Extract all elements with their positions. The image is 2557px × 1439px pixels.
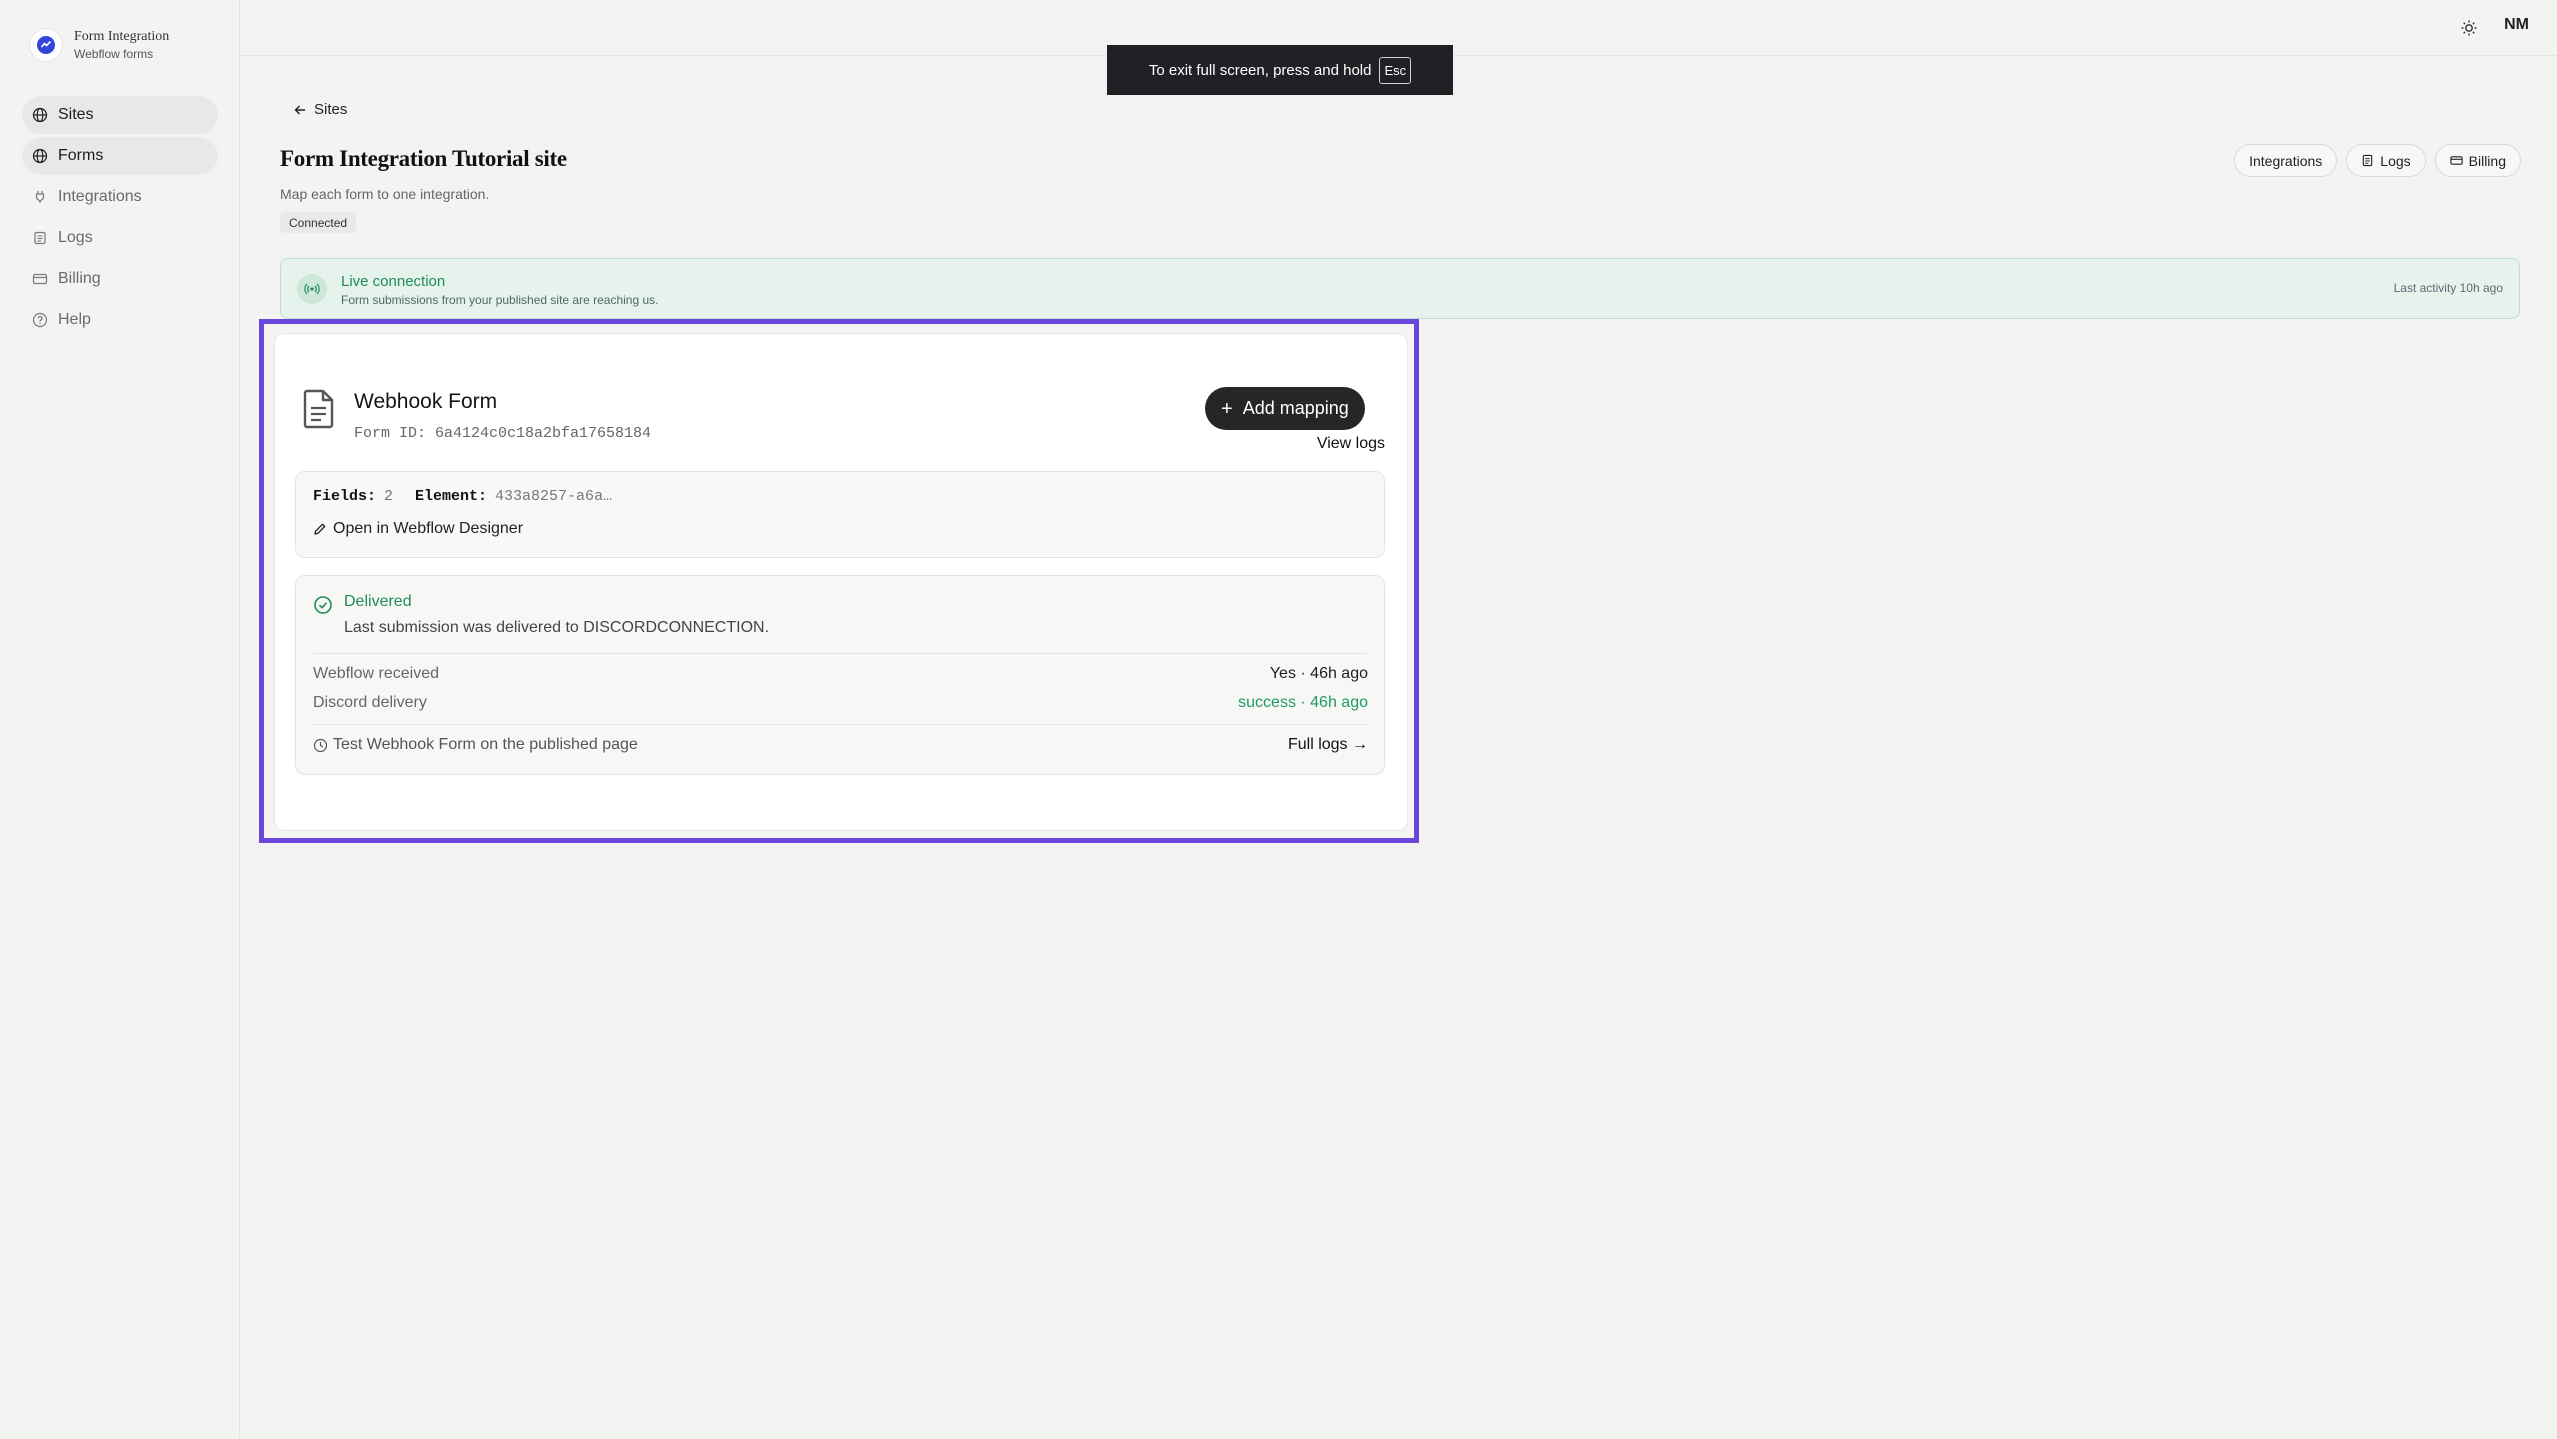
test-form-link[interactable]: Test Webhook Form on the published page [313,736,638,754]
clock-icon [313,738,328,752]
sidebar-item-label: Help [58,311,91,328]
designer-link-label: Open in Webflow Designer [333,520,524,537]
add-mapping-label: Add mapping [1242,398,1349,418]
sidebar-nav: Sites Forms Integrations Logs Billing He… [22,96,218,342]
back-to-sites-link[interactable]: Sites [293,101,347,118]
scroll-icon [2363,154,2373,167]
open-in-designer-link[interactable]: Open in Webflow Designer [313,520,523,538]
element-label: Element: [415,488,488,505]
form-id: Form ID: 6a4124c0c18a2bfa17658184 [354,425,652,442]
add-mapping-button[interactable]: + Add mapping [1205,387,1365,430]
brand-title: Form Integration [74,29,170,44]
scroll-icon [34,231,46,245]
form-details-box: Fields: 2 Element: 433a8257-a6a… Open in… [295,471,1385,558]
delivery-status-description: Last submission was delivered to DISCORD… [344,619,770,636]
sidebar-item-label: Sites [58,106,94,123]
full-logs-link[interactable]: Full logs → [1288,736,1368,754]
sidebar-item-sites[interactable]: Sites [22,96,218,134]
brand[interactable]: Form Integration Webflow forms [29,28,169,62]
live-connection-subtitle: Form submissions from your published sit… [341,293,659,307]
pencil-icon [314,523,326,535]
arrow-left-icon [294,105,305,114]
help-circle-icon [32,312,48,328]
back-link-label: Sites [314,101,348,118]
last-activity: Last activity 10h ago [2393,281,2503,295]
live-connection-title: Live connection [341,273,446,290]
esc-key-hint: Esc [1379,56,1412,84]
webflow-received-value: Yes · 46h ago [1269,665,1368,682]
sidebar-item-label: Billing [58,270,101,287]
fullscreen-message: To exit full screen, press and hold [1148,61,1372,79]
plug-icon [35,191,45,203]
divider [313,653,1367,654]
sidebar-item-label: Logs [58,229,93,246]
sun-icon[interactable] [2459,18,2479,38]
integrations-button[interactable]: Integrations [2234,144,2338,177]
credit-card-icon [32,273,48,285]
form-name: Webhook Form [354,390,498,413]
logs-button-label: Logs [2380,152,2411,169]
discord-delivery-value: success · 46h ago [1238,694,1368,711]
logs-button[interactable]: Logs [2346,144,2426,177]
brand-logo-icon [29,28,63,62]
fields-label: Fields: [313,488,377,505]
sidebar-item-forms[interactable]: Forms [22,137,218,175]
sidebar-item-label: Forms [58,147,104,164]
delivery-status-box: Delivered Last submission was delivered … [295,575,1385,775]
billing-button-label: Billing [2468,152,2506,169]
test-form-label: Test Webhook Form on the published page [333,736,638,753]
form-fields-summary: Fields: 2 Element: 433a8257-a6a… [313,488,612,505]
divider [313,724,1367,725]
avatar[interactable]: NM [2504,16,2529,34]
page-title: Form Integration Tutorial site [280,146,567,171]
delivery-status-title: Delivered [344,593,412,610]
sidebar: Form Integration Webflow forms Sites For… [0,0,240,1439]
webflow-received-label: Webflow received [313,665,439,682]
sidebar-item-billing[interactable]: Billing [22,260,218,298]
sidebar-item-help[interactable]: Help [22,301,218,339]
fields-count: 2 [384,488,394,505]
credit-card-icon [2450,156,2463,165]
status-badge: Connected [280,212,357,233]
form-card: Webhook Form Form ID: 6a4124c0c18a2bfa17… [274,333,1408,831]
billing-button[interactable]: Billing [2434,144,2521,177]
brand-subtitle: Webflow forms [74,47,154,61]
globe-icon [32,148,48,164]
fullscreen-toast: To exit full screen, press and hold Esc [1107,45,1453,95]
globe-icon [32,107,48,123]
live-connection-banner: Live connection Form submissions from yo… [280,258,2520,319]
element-value: 433a8257-a6a… [495,488,613,505]
view-logs-link[interactable]: View logs [1317,435,1385,453]
page-subtitle: Map each form to one integration. [280,186,490,202]
document-icon [303,389,334,429]
discord-delivery-label: Discord delivery [313,694,427,711]
sidebar-item-logs[interactable]: Logs [22,219,218,257]
plus-icon: + [1221,397,1233,420]
sidebar-item-integrations[interactable]: Integrations [22,178,218,216]
broadcast-icon [297,274,327,304]
check-circle-icon [314,596,332,614]
header-actions: Integrations Logs Billing [2234,144,2521,177]
sidebar-item-label: Integrations [58,188,142,205]
integrations-button-label: Integrations [2249,152,2323,169]
